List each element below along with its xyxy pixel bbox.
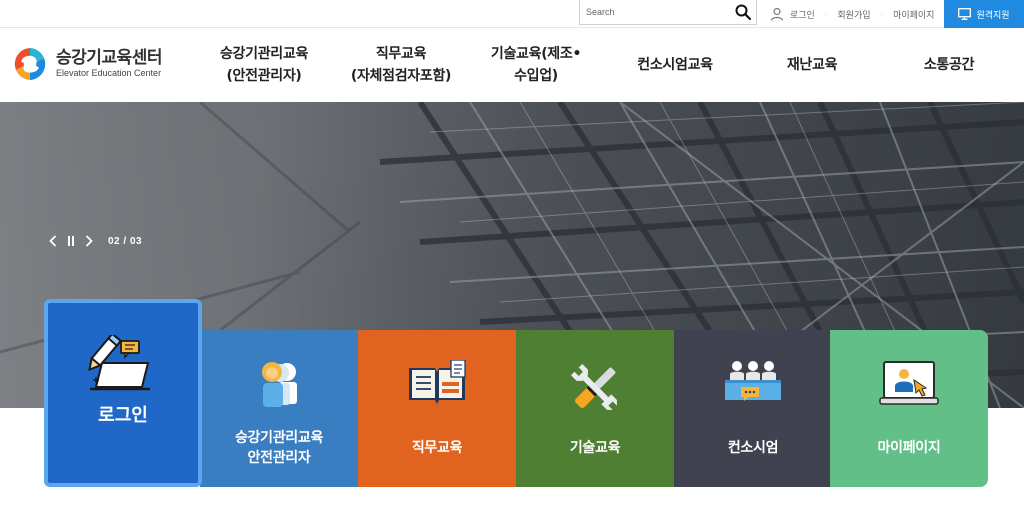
chevron-right-icon[interactable]: [82, 234, 96, 248]
site-logo[interactable]: 승강기교육센터 Elevator Education Center: [12, 46, 162, 82]
nav-label-line2: (안전관리자): [226, 68, 302, 84]
logo-mark-icon: [14, 48, 46, 80]
laptop-pencil-icon: [88, 335, 150, 391]
slide-counter: 02 / 03: [108, 235, 143, 247]
quick-item-label: 기술교육: [569, 440, 621, 456]
nav-item-management-edu[interactable]: 승강기관리교육 (안전관리자): [204, 40, 324, 90]
nav-label-line1: 승강기관리교육: [219, 46, 309, 62]
quick-item-label-line2: 안전관리자: [247, 450, 311, 466]
signup-link[interactable]: 회원가입: [837, 8, 870, 21]
logo-title: 승강기교육센터: [56, 48, 162, 68]
nav-label-line1: 기술교육(제조•: [490, 46, 582, 62]
quick-item-job-edu[interactable]: 직무교육: [358, 330, 516, 487]
search-box: [579, 0, 757, 25]
logo-text: 승강기교육센터 Elevator Education Center: [56, 49, 162, 79]
user-icon: [770, 7, 784, 21]
separator-dot: ·: [824, 9, 828, 19]
nav-label: 재난교육: [786, 57, 838, 73]
search-icon[interactable]: [734, 3, 752, 21]
nav-item-community[interactable]: 소통공간: [900, 40, 998, 90]
slider-controls: 02 / 03: [46, 234, 142, 248]
quick-item-label: 컨소시엄: [727, 440, 779, 456]
nav-item-disaster-edu[interactable]: 재난교육: [760, 40, 864, 90]
quick-login-button[interactable]: 로그인: [44, 299, 202, 487]
tools-icon: [570, 363, 618, 411]
site-header: 승강기교육센터 Elevator Education Center 승강기관리교…: [0, 28, 1024, 102]
quick-item-tech-edu[interactable]: 기술교육: [516, 330, 674, 487]
book-icon: [409, 360, 466, 404]
remote-support-button[interactable]: 원격지원: [944, 0, 1024, 28]
meeting-icon: [725, 361, 781, 401]
nav-label-line1: 직무교육: [375, 46, 427, 62]
pause-icon[interactable]: [64, 234, 78, 248]
quick-menu: 승강기관리교육 안전관리자 직무교육 기술교육 컨소시엄 마이페이지 로그인: [44, 299, 988, 489]
nav-item-tech-edu[interactable]: 기술교육(제조• 수입업): [480, 40, 592, 90]
nav-label: 컨소시엄교육: [637, 57, 713, 73]
quick-item-consortium[interactable]: 컨소시엄: [674, 330, 832, 487]
people-icon: [262, 362, 297, 407]
quick-item-label-line1: 승강기관리교육: [234, 430, 324, 446]
nav-item-job-edu[interactable]: 직무교육 (자체점검자포함): [340, 40, 462, 90]
logo-subtitle: Elevator Education Center: [56, 68, 162, 78]
mypage-link[interactable]: 마이페이지: [893, 8, 934, 21]
quick-item-label: 직무교육: [411, 440, 463, 456]
chevron-left-icon[interactable]: [46, 234, 60, 248]
quick-login-label: 로그인: [98, 405, 148, 426]
remote-support-label: 원격지원: [976, 10, 1010, 21]
nav-label-line2: 수입업): [514, 68, 558, 84]
quick-item-label: 승강기관리교육 안전관리자: [200, 428, 358, 468]
monitor-user-icon: [879, 361, 939, 405]
nav-label: 소통공간: [923, 57, 975, 73]
nav-item-consortium-edu[interactable]: 컨소시엄교육: [620, 40, 730, 90]
quick-item-label: 마이페이지: [877, 440, 941, 456]
monitor-icon: [958, 8, 972, 20]
search-input[interactable]: [586, 3, 726, 20]
separator-dot: ·: [880, 9, 884, 19]
login-link[interactable]: 로그인: [790, 8, 815, 21]
top-utility-bar: 로그인 · 회원가입 · 마이페이지 원격지원: [0, 0, 1024, 28]
quick-item-management-edu[interactable]: 승강기관리교육 안전관리자: [200, 330, 358, 487]
nav-label-line2: (자체점검자포함): [350, 68, 452, 84]
utility-links: 로그인 · 회원가입 · 마이페이지: [770, 6, 934, 22]
quick-item-mypage[interactable]: 마이페이지: [830, 330, 988, 487]
